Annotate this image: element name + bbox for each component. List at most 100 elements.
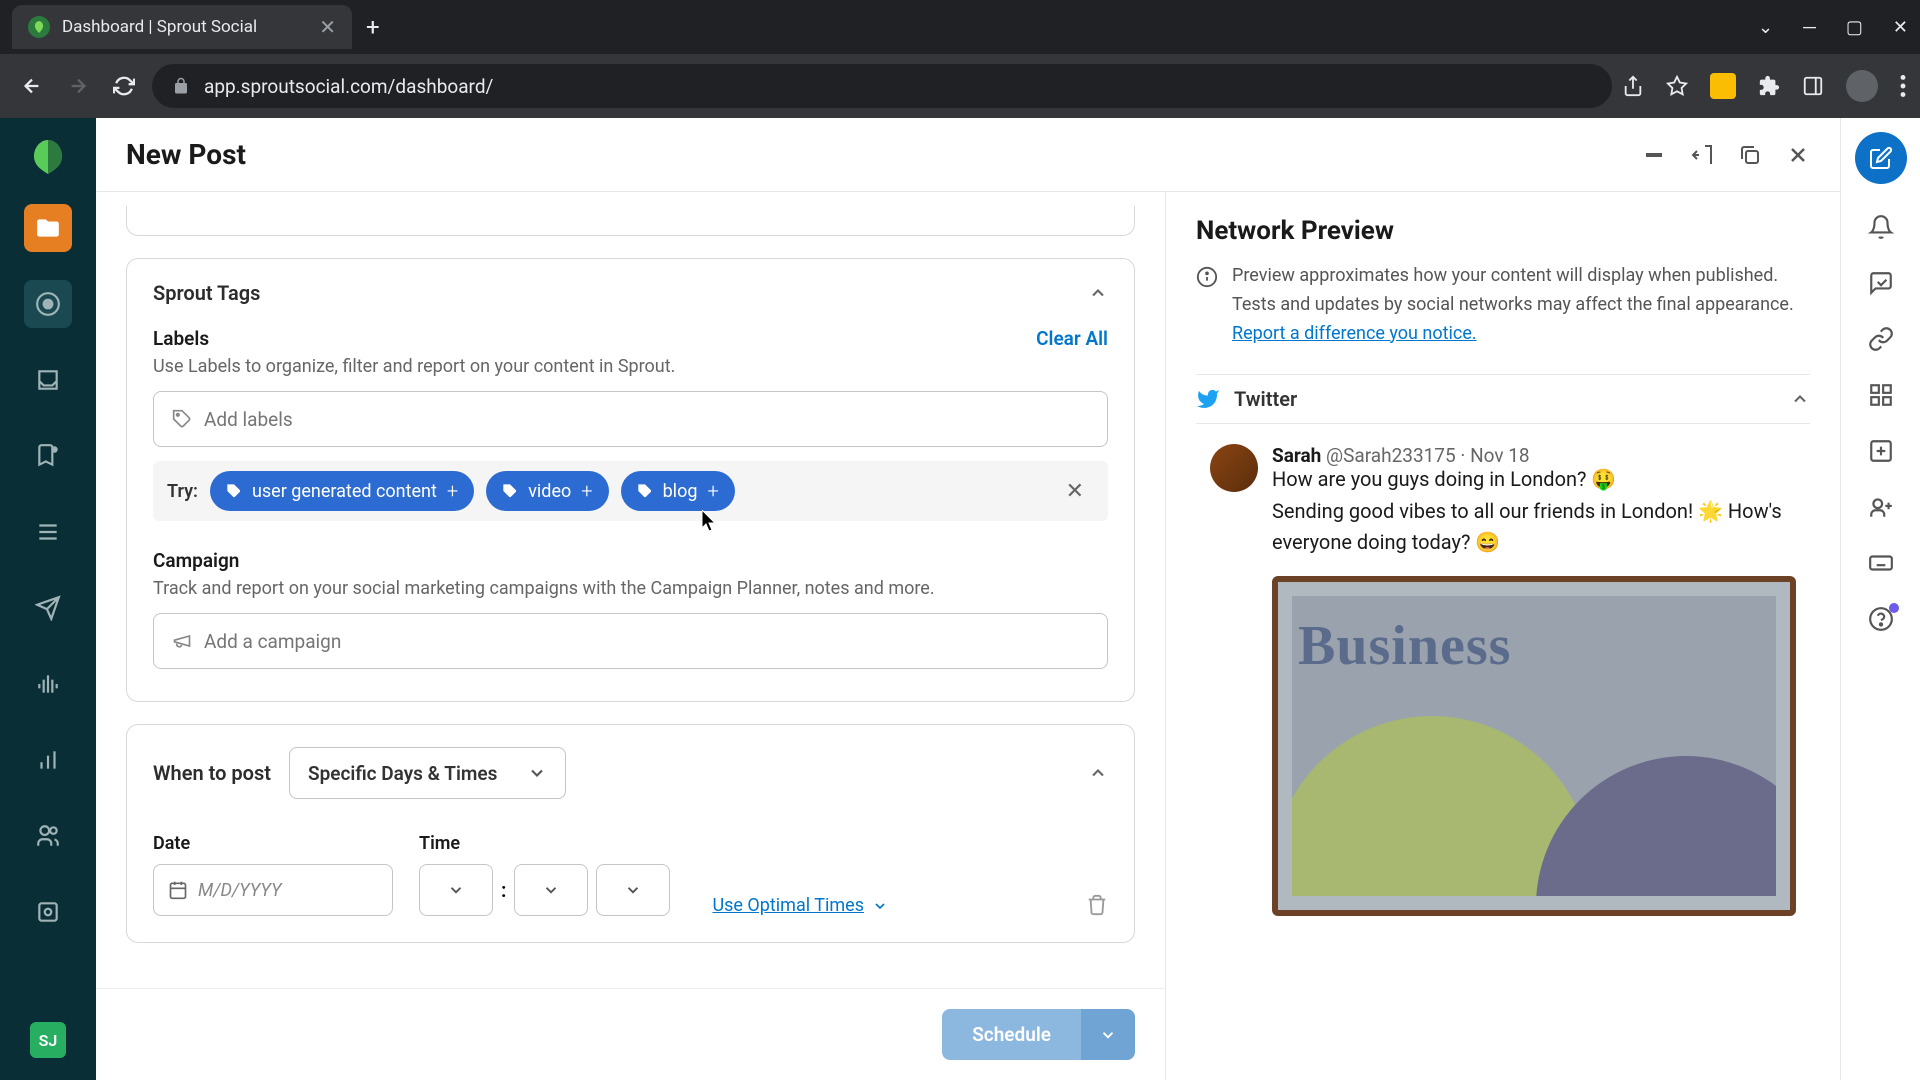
labels-text-input[interactable] [204,408,1089,431]
sprout-tags-header[interactable]: Sprout Tags [127,259,1134,327]
ampm-select[interactable] [596,864,670,916]
schedule-button[interactable]: Schedule [942,1009,1081,1060]
suggestions-row: Try: user generated content + video [153,461,1108,521]
side-panel-icon[interactable] [1802,75,1824,97]
reload-button[interactable] [106,68,142,104]
form-scroll[interactable]: Sprout Tags Labels Clear All Use Labels … [96,192,1165,988]
browser-chrome: Dashboard | Sprout Social ✕ + ⌄ ─ ▢ ✕ ap… [0,0,1920,118]
schedule-type-select[interactable]: Specific Days & Times [289,747,566,799]
minute-select[interactable] [514,864,588,916]
grid-icon[interactable] [1868,382,1894,408]
tabs-dropdown-icon[interactable]: ⌄ [1758,17,1773,38]
time-group: : [419,864,670,916]
back-button[interactable] [14,68,50,104]
replies-icon[interactable] [1868,270,1894,296]
optimal-times-link[interactable]: Use Optimal Times [712,895,888,916]
schedule-button-group: Schedule [942,1009,1135,1060]
tab-bar: Dashboard | Sprout Social ✕ + ⌄ ─ ▢ ✕ [0,0,1920,54]
link-icon[interactable] [1868,326,1894,352]
compose-fab[interactable] [1855,132,1907,184]
nav-item-publishing[interactable] [24,508,72,556]
network-header[interactable]: Twitter [1196,374,1810,424]
close-icon[interactable] [1786,143,1810,167]
tab-close-icon[interactable]: ✕ [319,15,336,39]
try-label: Try: [167,481,198,502]
sprout-logo[interactable] [28,136,68,176]
new-tab-button[interactable]: + [366,13,380,41]
preview-info-text: Preview approximates how your content wi… [1232,265,1794,315]
sprout-tags-card: Sprout Tags Labels Clear All Use Labels … [126,258,1135,702]
plus-icon: + [707,479,718,503]
bookmark-icon[interactable] [1666,75,1688,97]
plus-icon: + [581,479,592,503]
tag-icon [226,483,242,499]
keyboard-icon[interactable] [1868,550,1894,576]
chevron-down-icon [527,763,547,783]
labels-input[interactable] [153,391,1108,447]
nav-item-library[interactable] [24,888,72,936]
schedule-header[interactable]: When to post Specific Days & Times [127,725,1134,811]
hour-select[interactable] [419,864,493,916]
nav-item-people[interactable] [24,812,72,860]
help-icon[interactable] [1868,606,1894,632]
browser-right-icons [1622,70,1906,102]
forward-button[interactable] [60,68,96,104]
tweet-body: Sending good vibes to all our friends in… [1272,496,1796,558]
share-icon[interactable] [1622,75,1644,97]
form-column: Sprout Tags Labels Clear All Use Labels … [96,192,1166,1080]
nav-item-inbox[interactable] [24,356,72,404]
chevron-up-icon [1790,389,1810,409]
browser-tab[interactable]: Dashboard | Sprout Social ✕ [12,5,352,49]
nav-item-send[interactable] [24,584,72,632]
header-controls [1642,143,1810,167]
user-badge[interactable]: SJ [30,1022,66,1058]
campaign-input[interactable] [153,613,1108,669]
schedule-type-value: Specific Days & Times [308,762,497,785]
date-input[interactable]: M/D/YYYY [153,864,393,916]
profile-avatar[interactable] [1846,70,1878,102]
maximize-icon[interactable]: ▢ [1846,17,1863,38]
tweet-header: Sarah @Sarah233175 · Nov 18 How are you … [1210,444,1796,492]
schedule-dropdown-button[interactable] [1081,1009,1135,1060]
kebab-menu-icon[interactable] [1900,75,1906,97]
favicon-icon [28,16,50,38]
report-difference-link[interactable]: Report a difference you notice. [1232,323,1477,344]
tweet-author-name: Sarah [1272,444,1321,467]
notifications-icon[interactable] [1868,214,1894,240]
delete-schedule-icon[interactable] [1086,894,1108,916]
calendar-icon [168,880,188,900]
duplicate-icon[interactable] [1738,143,1762,167]
nav-item-listening[interactable] [24,660,72,708]
tab-title: Dashboard | Sprout Social [62,17,257,37]
campaign-text-input[interactable] [204,630,1089,653]
suggestion-pill[interactable]: blog + [621,471,735,511]
extensions-menu-icon[interactable] [1758,75,1780,97]
suggestion-pill[interactable]: video + [486,471,608,511]
preview-title: Network Preview [1196,216,1810,246]
clear-all-link[interactable]: Clear All [1036,327,1108,350]
preview-column: Network Preview Preview approximates how… [1166,192,1840,1080]
dismiss-suggestions-icon[interactable]: ✕ [1056,475,1094,508]
nav-item-feeds[interactable] [24,432,72,480]
labels-label: Labels [153,327,209,350]
nav-item-compose[interactable] [24,280,72,328]
url-field[interactable]: app.sproutsocial.com/dashboard/ [152,64,1612,108]
sprout-tags-body: Labels Clear All Use Labels to organize,… [127,327,1134,701]
nav-item-dashboard[interactable] [24,204,72,252]
minimize-panel-icon[interactable] [1642,143,1666,167]
campaign-field-group: Campaign Track and report on your social… [153,549,1108,669]
main-area: New Post Sprout Tags [96,118,1840,1080]
info-icon [1196,266,1218,288]
close-window-icon[interactable]: ✕ [1893,17,1908,38]
time-label: Time [419,833,670,854]
tweet-line2: Sending good vibes to all our friends in… [1272,496,1796,558]
nav-item-reports[interactable] [24,736,72,784]
expand-panel-icon[interactable] [1690,143,1714,167]
minimize-icon[interactable]: ─ [1803,17,1816,38]
suggestion-pill[interactable]: user generated content + [210,471,474,511]
extension-icon[interactable] [1710,73,1736,99]
add-people-icon[interactable] [1868,494,1894,520]
labels-field-group: Labels Clear All Use Labels to organize,… [153,327,1108,521]
add-icon[interactable] [1868,438,1894,464]
avatar [1210,444,1258,492]
